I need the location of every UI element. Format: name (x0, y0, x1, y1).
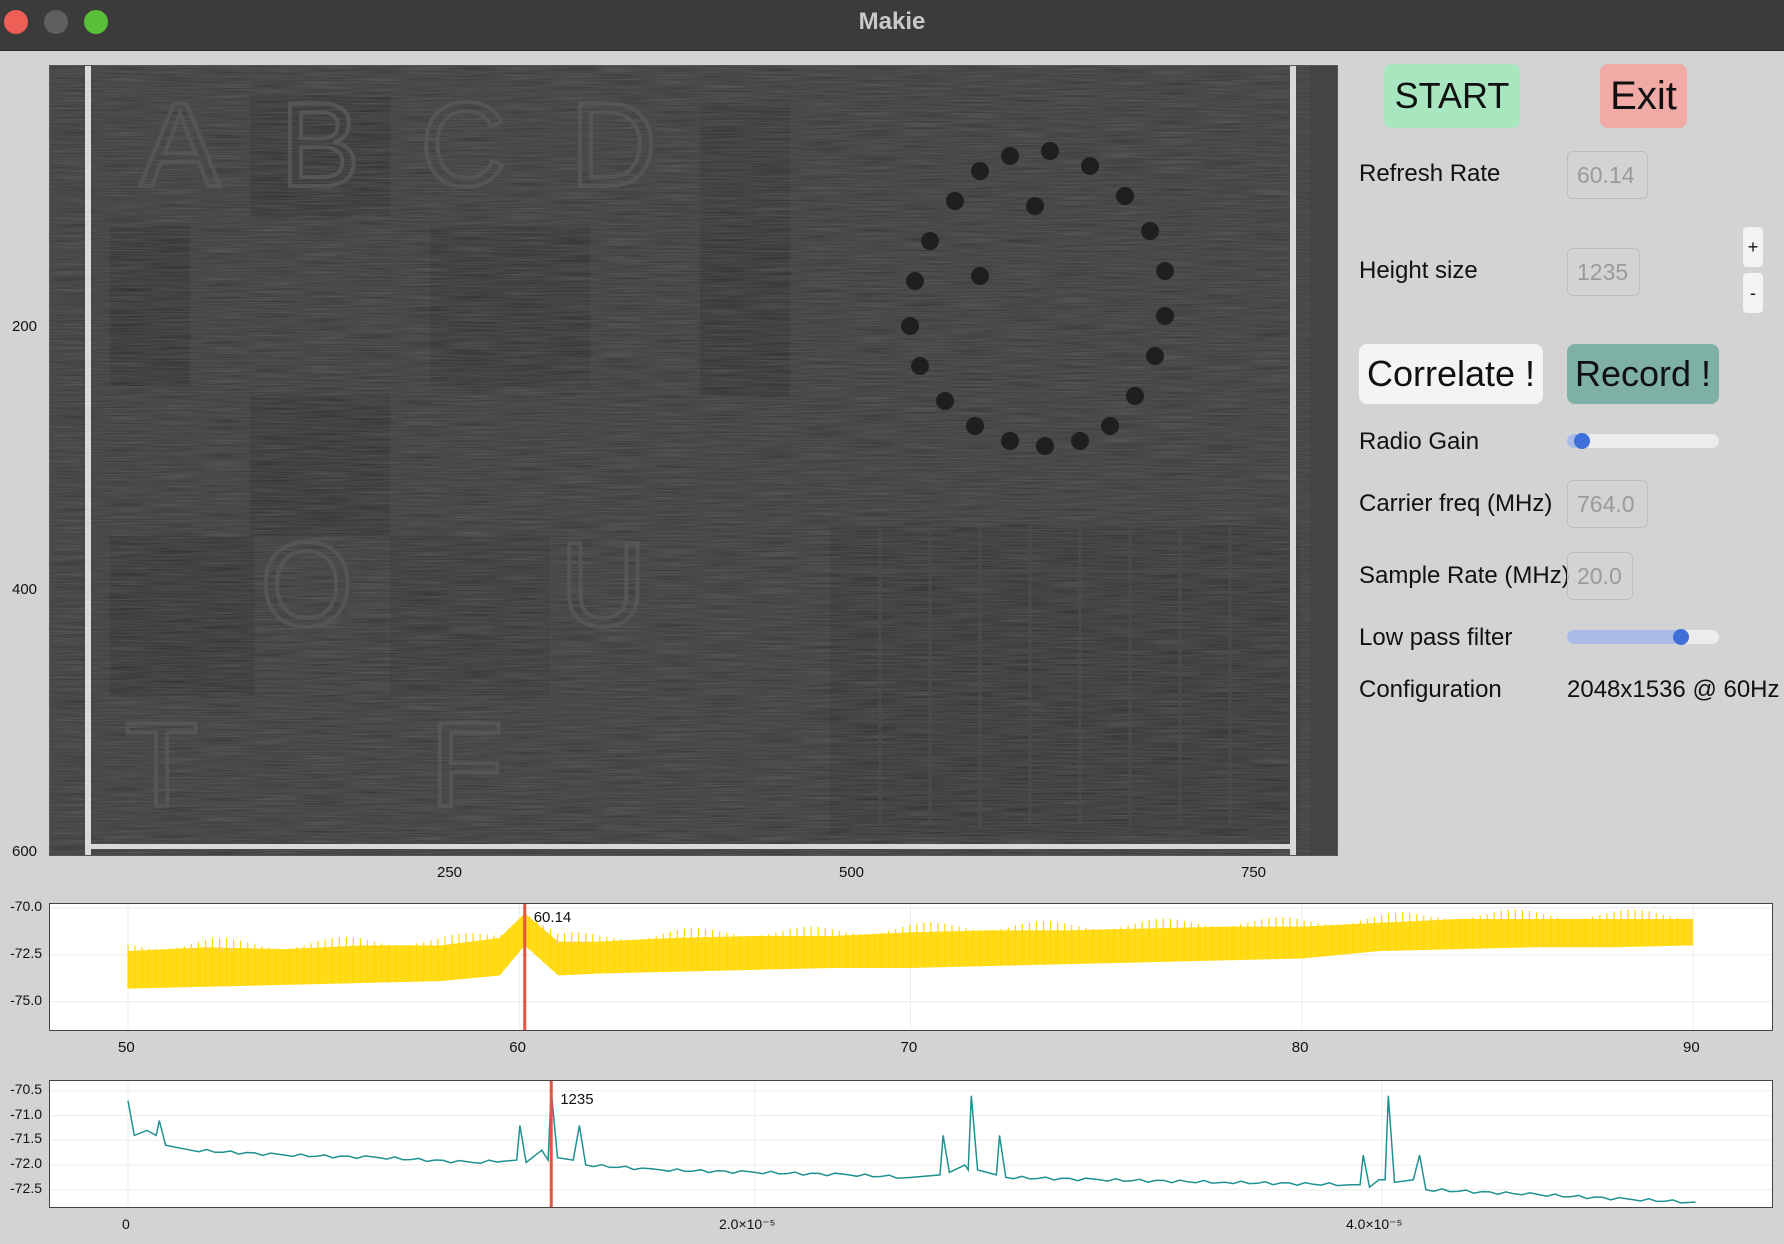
start-button[interactable]: START (1384, 64, 1520, 128)
height-decrement-button[interactable]: - (1743, 273, 1763, 313)
plot1-y-tick: -70.0 (10, 897, 42, 914)
sample-rate-field[interactable]: 20.0 (1567, 552, 1633, 600)
plot1-x-tick: 90 (1683, 1039, 1700, 1056)
overlay-letter-b: B (280, 78, 360, 212)
plot2-x-tick: 2.0×10⁻⁵ (719, 1216, 776, 1232)
overlay-letter-c: C (420, 78, 507, 212)
radio-gain-slider-handle[interactable] (1574, 433, 1590, 449)
radio-gain-label: Radio Gain (1359, 428, 1480, 455)
plot1-x-tick: 50 (118, 1039, 135, 1056)
plot2-x-tick: 4.0×10⁻⁵ (1346, 1216, 1403, 1232)
low-pass-filter-label: Low pass filter (1359, 624, 1513, 651)
correlate-button[interactable]: Correlate ! (1359, 344, 1543, 404)
plot2-x-tick: 0 (122, 1216, 130, 1232)
plot1-x-tick: 70 (900, 1039, 918, 1056)
heatmap-y-tick-400: 400 (12, 581, 38, 598)
refresh-rate-field[interactable]: 60.14 (1567, 151, 1648, 199)
carrier-freq-label: Carrier freq (MHz) (1359, 490, 1553, 517)
plot1-y-tick: -75.0 (10, 991, 42, 1008)
plot2-marker-label: 1235 (560, 1091, 593, 1108)
heatmap-y-tick-600: 600 (12, 843, 38, 860)
plot2-y-tick: -72.5 (10, 1179, 42, 1196)
waterfall-heatmap[interactable]: A B C D O U T F (49, 65, 1338, 856)
heatmap-x-tick-500: 500 (839, 864, 865, 881)
refresh-rate-spectrum-plot[interactable]: 60.14 (49, 903, 1773, 1031)
sample-rate-label: Sample Rate (MHz) (1359, 562, 1570, 589)
record-button[interactable]: Record ! (1567, 344, 1719, 404)
low-pass-filter-slider[interactable] (1567, 629, 1719, 645)
window-title: Makie (858, 8, 926, 35)
heatmap-y-tick-200: 200 (12, 318, 38, 335)
height-correlation-plot[interactable]: 1235 (49, 1080, 1773, 1208)
height-correlation-svg: 1235 (50, 1081, 1772, 1207)
plot2-y-tick: -72.0 (10, 1155, 42, 1171)
overlay-letter-f: F (430, 698, 503, 832)
configuration-label: Configuration (1359, 676, 1502, 703)
exit-button[interactable]: Exit (1600, 64, 1687, 128)
carrier-freq-field[interactable]: 764.0 (1567, 480, 1648, 528)
plot1-x-tick: 80 (1291, 1039, 1309, 1056)
plot1-y-tick: -72.5 (10, 944, 42, 961)
low-pass-filter-slider-fill (1567, 630, 1681, 644)
overlay-letter-d: D (570, 78, 657, 212)
radio-gain-slider[interactable] (1567, 433, 1719, 449)
plot1-x-tick: 60 (509, 1039, 526, 1056)
refresh-rate-label: Refresh Rate (1359, 160, 1501, 187)
height-increment-button[interactable]: + (1743, 227, 1763, 267)
heatmap-x-tick-250: 250 (437, 864, 463, 881)
overlay-letter-o: O (260, 518, 353, 652)
plot2-y-tick: -70.5 (10, 1080, 42, 1097)
height-size-label: Height size (1359, 257, 1478, 284)
plot2-y-tick: -71.5 (10, 1130, 42, 1147)
refresh-rate-spectrum-svg: 60.14 (50, 904, 1772, 1030)
overlay-letter-t: T (125, 698, 198, 832)
heatmap-x-tick-750: 750 (1241, 864, 1267, 881)
title-bar: Makie (0, 0, 1784, 51)
configuration-value: 2048x1536 @ 60Hz (1567, 676, 1780, 703)
plot2-y-tick: -71.0 (10, 1105, 42, 1122)
plot1-marker-label: 60.14 (534, 909, 572, 926)
overlay-letter-a: A (140, 78, 220, 212)
plot2-series-line (127, 1090, 1696, 1204)
height-size-field[interactable]: 1235 (1567, 248, 1640, 296)
low-pass-filter-slider-handle[interactable] (1673, 629, 1689, 645)
overlay-letter-u: U (560, 518, 647, 652)
